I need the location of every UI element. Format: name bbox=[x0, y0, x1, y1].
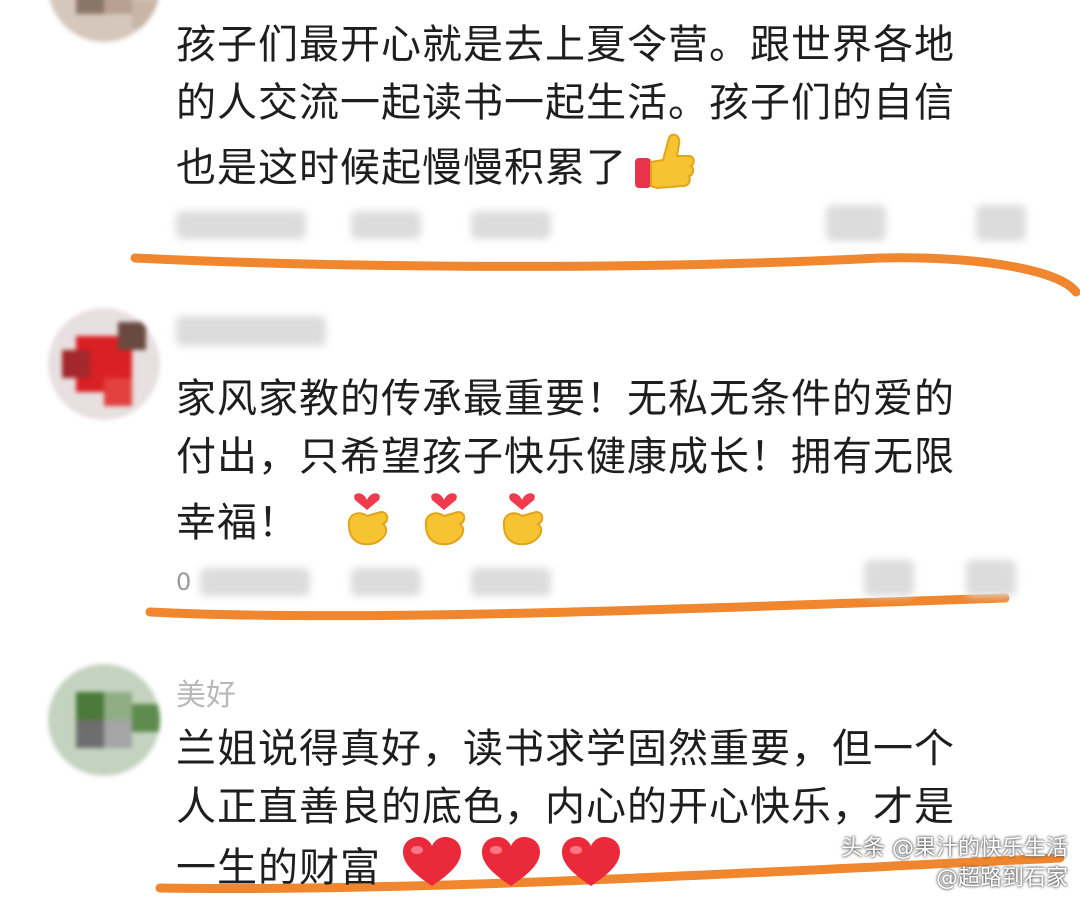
red-heart-icon bbox=[480, 836, 542, 904]
avatar[interactable] bbox=[48, 664, 160, 776]
comment-line: 人正直善良的底色，内心的开心快乐，才是 bbox=[176, 784, 955, 830]
comment-meta: 0 bbox=[176, 560, 1026, 600]
finger-heart-icon bbox=[496, 486, 548, 564]
finger-heart-icon bbox=[341, 486, 393, 564]
comment-meta bbox=[176, 205, 1026, 245]
reply-icon[interactable] bbox=[826, 205, 886, 241]
underline-1 bbox=[130, 253, 1080, 297]
finger-heart-icon bbox=[418, 486, 470, 564]
like-icon[interactable] bbox=[966, 560, 1016, 596]
watermark: 头条 @果汁的快乐生活 @超路到石家 bbox=[841, 834, 1068, 894]
thumbs-up-icon bbox=[633, 132, 695, 208]
comment-username[interactable]: 美好 bbox=[176, 670, 236, 714]
watermark-line-1: 头条 @果汁的快乐生活 bbox=[841, 836, 1068, 861]
comment-text: 孩子们最开心就是去上夏令营。跟世界各地 的人交流一起读书一起生活。孩子们的自信 … bbox=[176, 16, 1006, 208]
avatar[interactable] bbox=[48, 0, 160, 42]
comment-line: 的人交流一起读书一起生活。孩子们的自信 bbox=[176, 80, 955, 126]
like-icon[interactable] bbox=[976, 205, 1026, 241]
red-heart-icon bbox=[401, 836, 463, 904]
underline-2 bbox=[145, 593, 1010, 621]
comment-line: 幸福！ bbox=[176, 486, 1006, 564]
comment-line: 也是这时候起慢慢积累了 bbox=[176, 132, 1006, 208]
comment-meta-text: 0 bbox=[176, 568, 192, 596]
red-heart-icon bbox=[560, 836, 622, 904]
comment-line-text: 一生的财富 bbox=[176, 845, 381, 891]
comment-line: 孩子们最开心就是去上夏令营。跟世界各地 bbox=[176, 22, 955, 68]
comment-line: 付出，只希望孩子快乐健康成长！拥有无限 bbox=[176, 434, 955, 480]
comment-line: 家风家教的传承最重要！无私无条件的爱的 bbox=[176, 376, 955, 422]
comment-line-text: 也是这时候起慢慢积累了 bbox=[176, 145, 627, 191]
comment-text: 家风家教的传承最重要！无私无条件的爱的 付出，只希望孩子快乐健康成长！拥有无限 … bbox=[176, 370, 1006, 564]
watermark-line-2: @超路到石家 bbox=[935, 866, 1068, 891]
comment-line-text: 幸福！ bbox=[176, 500, 299, 546]
username-blur bbox=[176, 316, 326, 346]
comment-line: 兰姐说得真好，读书求学固然重要，但一个 bbox=[176, 726, 955, 772]
avatar[interactable] bbox=[48, 308, 160, 420]
reply-icon[interactable] bbox=[864, 560, 914, 596]
